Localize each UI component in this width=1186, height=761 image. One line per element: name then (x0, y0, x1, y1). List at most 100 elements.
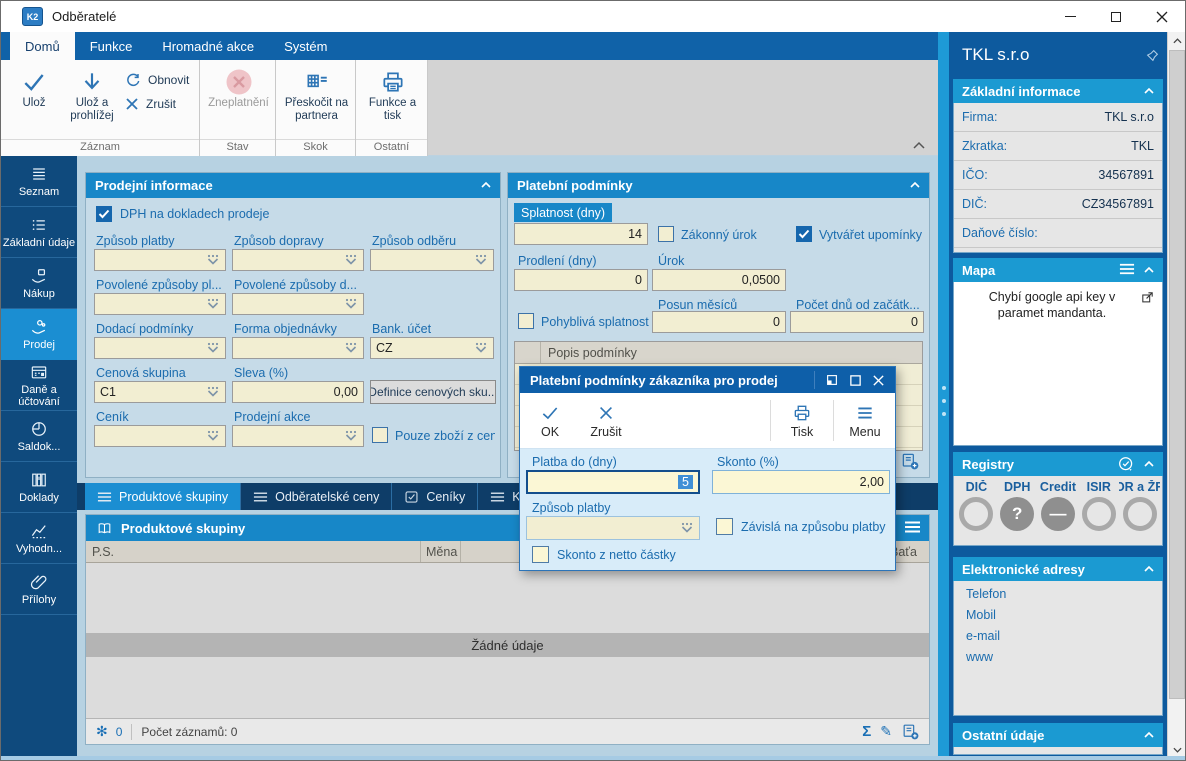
ribbon-group-ostatni: Funkce a tisk Ostatní (356, 60, 428, 156)
bank-account-dropdown[interactable]: CZ (370, 337, 494, 359)
close-icon[interactable] (872, 374, 885, 387)
discount-input[interactable]: 0,00 (232, 381, 364, 403)
sidebar-item-saldokonto[interactable]: Saldok... (1, 411, 77, 462)
dialog-print-button[interactable]: Tisk (774, 393, 830, 448)
collapse-section-button[interactable] (1141, 262, 1157, 278)
sidebar-item-prilohy[interactable]: Přílohy (1, 564, 77, 615)
payment-method-dropdown[interactable] (94, 249, 226, 271)
link-telefon[interactable]: Telefon (966, 587, 1162, 608)
tab-odberatelske-ceny[interactable]: Odběratelské ceny (241, 483, 393, 510)
ribbon-tab-hromadne-akce[interactable]: Hromadné akce (147, 32, 269, 60)
dialog-payment-method-dropdown[interactable] (526, 516, 700, 540)
jump-to-partner-button[interactable]: Přeskočit na partnera (281, 63, 353, 123)
tab-ceniky[interactable]: Ceníky (392, 483, 479, 510)
depends-on-payment-method-checkbox[interactable] (716, 518, 733, 535)
section-menu-button[interactable] (1119, 262, 1135, 276)
add-form-icon[interactable] (901, 722, 920, 741)
link-www[interactable]: www (966, 650, 1162, 671)
sidebar-item-doklady[interactable]: Doklady (1, 462, 77, 513)
check-circle-icon[interactable] (1118, 456, 1135, 473)
floating-due-checkbox[interactable] (518, 313, 534, 329)
invalidate-icon (225, 67, 253, 97)
cancel-button[interactable]: Zrušit (125, 97, 189, 111)
sum-icon[interactable]: Σ (862, 723, 871, 740)
only-pricelist-goods-checkbox[interactable] (372, 427, 388, 443)
save-and-view-button[interactable]: Ulož a prohlížej (63, 63, 121, 123)
pickup-method-dropdown[interactable] (370, 249, 494, 271)
transport-method-dropdown[interactable] (232, 249, 364, 271)
sidebar-item-zakladni-udaje[interactable]: Základní údaje (1, 207, 77, 258)
sidebar-item-dane-a-uctovani[interactable]: Daně a účtování (1, 360, 77, 411)
sidebar-item-nakup[interactable]: Nákup (1, 258, 77, 309)
delay-days-input[interactable]: 0 (514, 269, 648, 291)
registry-item-dic[interactable]: DIČ (956, 480, 997, 531)
functions-and-print-button[interactable]: Funkce a tisk (364, 63, 422, 123)
maximize-icon[interactable] (849, 374, 862, 387)
delivery-terms-dropdown[interactable] (94, 337, 226, 359)
tab-produktove-skupiny[interactable]: Produktové skupiny (85, 483, 242, 510)
edit-pencil-icon[interactable]: ✎ (880, 723, 892, 740)
dialog-ok-button[interactable]: OK (522, 393, 578, 448)
maximize-button[interactable] (1093, 1, 1139, 32)
dialog-cancel-button[interactable]: Zrušit (578, 393, 634, 448)
field-label: Úrok (658, 254, 685, 268)
collapse-panel-button[interactable] (907, 177, 923, 193)
scroll-up-button[interactable] (1168, 32, 1185, 49)
skonto-from-net-checkbox[interactable] (532, 546, 549, 563)
collapse-ribbon-button[interactable] (912, 141, 926, 150)
splitter-handle[interactable] (938, 32, 949, 758)
panel-menu-button[interactable] (904, 520, 921, 534)
ribbon-tab-funkce[interactable]: Funkce (75, 32, 148, 60)
sidebar-item-prodej[interactable]: Prodej (1, 309, 77, 360)
collapse-section-button[interactable] (1141, 727, 1157, 743)
refresh-button[interactable]: Obnovit (125, 72, 189, 88)
registry-item-or-a-zr[interactable]: OR a ŽR (1119, 480, 1160, 531)
external-link-icon[interactable] (1140, 290, 1155, 305)
save-button[interactable]: Ulož (5, 63, 63, 110)
skonto-percent-input[interactable]: 2,00 (712, 470, 890, 494)
month-shift-input[interactable]: 0 (652, 311, 786, 333)
interest-input[interactable]: 0,0500 (652, 269, 786, 291)
collapse-section-button[interactable] (1141, 456, 1157, 472)
close-button[interactable] (1139, 1, 1185, 32)
collapse-section-button[interactable] (1141, 83, 1157, 99)
registry-item-dph[interactable]: DPH? (997, 480, 1038, 531)
sales-action-dropdown[interactable] (232, 425, 364, 447)
vertical-scrollbar[interactable] (1167, 32, 1185, 758)
add-record-button[interactable] (900, 451, 920, 471)
create-reminders-checkbox[interactable] (796, 226, 812, 242)
minimize-button[interactable] (1047, 1, 1093, 32)
registry-item-isir[interactable]: ISIR (1078, 480, 1119, 531)
ribbon-tab-domu[interactable]: Domů (10, 32, 75, 60)
collapse-panel-button[interactable] (478, 177, 494, 193)
scrollbar-thumb[interactable] (1169, 50, 1185, 699)
allowed-transport-methods-dropdown[interactable] (232, 293, 364, 315)
price-group-definition-button[interactable]: Definice cenových sku... (370, 380, 496, 404)
collapse-section-button[interactable] (1141, 561, 1157, 577)
registry-item-credit[interactable]: Credit — (1038, 480, 1079, 531)
dialog-menu-button[interactable]: Menu (837, 393, 893, 448)
pin-icon[interactable] (1146, 49, 1159, 62)
column-mena[interactable]: Měna (420, 541, 463, 562)
link-mobil[interactable]: Mobil (966, 608, 1162, 629)
price-list-dropdown[interactable] (94, 425, 226, 447)
dropdown-icon (206, 298, 220, 310)
price-group-dropdown[interactable]: C1 (94, 381, 226, 403)
dph-checkbox[interactable] (96, 206, 112, 222)
legal-interest-checkbox[interactable] (658, 226, 674, 242)
days-from-start-input[interactable]: 0 (790, 311, 924, 333)
column-ps[interactable]: P.S. (86, 541, 120, 562)
info-row: Firma: TKL s.r.o (954, 103, 1162, 132)
dialog-title-bar[interactable]: Platební podmínky zákazníka pro prodej (520, 367, 895, 393)
link-email[interactable]: e-mail (966, 629, 1162, 650)
sidebar-item-vyhodnoceni[interactable]: Vyhodn... (1, 513, 77, 564)
dock-icon[interactable] (825, 373, 839, 387)
sidebar-item-seznam[interactable]: Seznam (1, 156, 77, 207)
order-form-dropdown[interactable] (232, 337, 364, 359)
window-title: Odběratelé (52, 9, 117, 24)
due-days-input[interactable]: 14 (514, 223, 648, 245)
payment-within-days-input[interactable]: 5 (526, 470, 700, 494)
allowed-payment-methods-dropdown[interactable] (94, 293, 226, 315)
ribbon-tab-system[interactable]: Systém (269, 32, 342, 60)
sales-info-panel: Prodejní informace DPH na dokladech prod… (85, 172, 501, 478)
